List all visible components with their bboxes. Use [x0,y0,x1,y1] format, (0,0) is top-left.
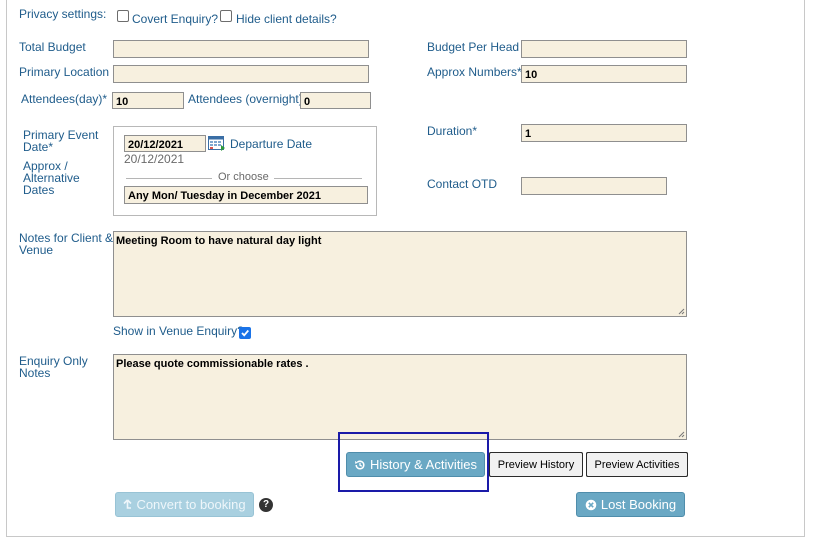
primary-location-input[interactable] [113,65,369,83]
attendees-day-label: Attendees(day)* [21,92,108,106]
show-in-venue-label: Show in Venue Enquiry? [113,324,244,338]
preview-activities-button[interactable]: Preview Activities [586,452,688,477]
budget-per-head-input[interactable] [521,40,687,58]
enquiry-only-notes-text: Please quote commissionable rates . [116,358,309,370]
primary-event-date-input[interactable]: 20/12/2021 [124,135,206,152]
show-in-venue-checkbox[interactable] [239,327,251,339]
notes-client-venue-textarea[interactable]: Meeting Room to have natural day light [113,231,687,317]
or-choose-divider-right [274,178,362,179]
approx-numbers-label: Approx Numbers* [427,65,522,79]
departure-date-link[interactable]: Departure Date [230,138,312,150]
enquiry-only-notes-textarea[interactable]: Please quote commissionable rates . [113,354,687,440]
contact-otd-label: Contact OTD [427,177,498,191]
or-choose-label: Or choose [218,171,269,183]
resize-grip-icon[interactable] [678,431,685,438]
primary-event-date-display: 20/12/2021 [124,152,185,166]
arrow-up-icon [123,498,133,509]
hide-client-details-label: Hide client details? [236,12,337,26]
history-activities-button[interactable]: History & Activities [346,452,485,477]
history-icon [355,459,365,469]
covert-enquiry-checkbox[interactable] [117,10,129,22]
convert-to-booking-label: Convert to booking [136,497,246,512]
duration-label: Duration* [427,124,478,138]
preview-history-button[interactable]: Preview History [489,452,583,477]
hide-client-details-checkbox[interactable] [220,10,232,22]
covert-enquiry-label: Covert Enquiry? [132,12,219,26]
notes-client-venue-label-line2: Venue [19,243,54,257]
total-budget-input[interactable] [113,40,369,58]
lost-booking-button[interactable]: Lost Booking [576,492,685,517]
primary-event-date-label-line2: Date* [23,140,54,154]
attendees-overnight-label: Attendees (overnight) [188,92,303,106]
enquiry-only-notes-label-line2: Notes [19,366,51,380]
budget-per-head-label: Budget Per Head [427,40,520,54]
contact-otd-input[interactable] [521,177,667,195]
or-choose-divider-left [126,178,212,179]
alternative-dates-input[interactable]: Any Mon/ Tuesday in December 2021 [124,186,368,204]
primary-location-label: Primary Location [19,65,110,79]
total-budget-label: Total Budget [19,40,86,54]
duration-input[interactable]: 1 [521,124,687,142]
privacy-settings-label: Privacy settings: [19,7,107,21]
alternative-dates-label-line3: Dates [23,183,55,197]
lost-booking-label: Lost Booking [600,497,677,512]
convert-to-booking-button[interactable]: Convert to booking [115,492,254,517]
approx-numbers-input[interactable]: 10 [521,65,687,83]
resize-grip-icon[interactable] [678,308,685,315]
attendees-day-input[interactable]: 10 [112,92,184,109]
notes-client-venue-text: Meeting Room to have natural day light [116,235,322,247]
history-activities-label: History & Activities [370,457,477,472]
help-icon[interactable]: ? [259,498,273,512]
cancel-circle-icon [585,499,597,510]
check-icon [241,329,249,337]
attendees-overnight-input[interactable]: 0 [300,92,371,109]
calendar-icon[interactable] [208,135,226,152]
